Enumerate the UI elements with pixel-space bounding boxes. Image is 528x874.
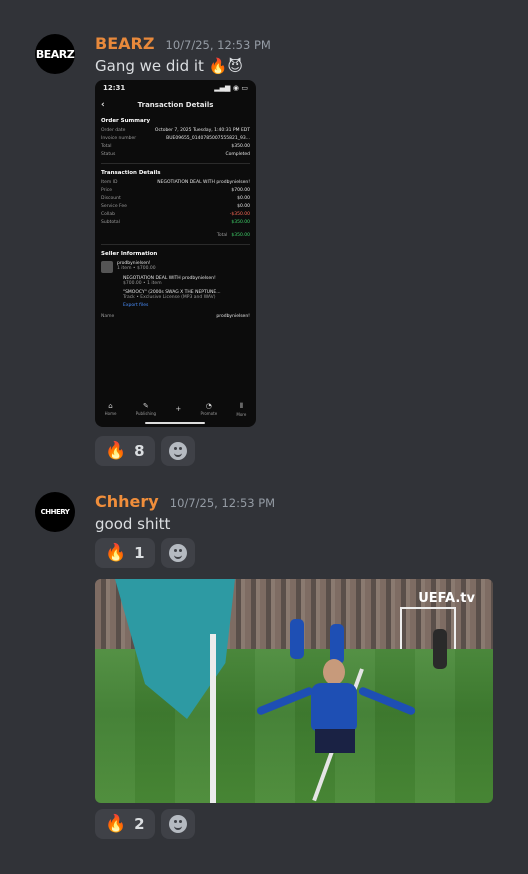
smile-icon [168, 442, 187, 460]
home-indicator [145, 422, 205, 424]
fire-icon: 🔥 [105, 440, 127, 461]
export-files-link[interactable]: Export files [123, 303, 250, 308]
reaction-fire[interactable]: 🔥 8 [95, 436, 155, 466]
avatar[interactable]: CHHERY [35, 492, 75, 532]
message-header: BEARZ 10/7/25, 12:53 PM [95, 34, 271, 53]
tab-publishing: ✎ Publishing [135, 402, 157, 416]
reaction-fire[interactable]: 🔥 2 [95, 809, 155, 839]
phone-nav: ‹ Transaction Details [101, 100, 214, 110]
smile-icon [168, 815, 187, 833]
add-reaction-button[interactable] [160, 436, 195, 466]
order-summary: Order Summary Order date October 7, 2025 … [101, 118, 250, 319]
tab-promote: ◔ Promote [200, 402, 218, 416]
reactions: 🔥 2 [95, 809, 195, 839]
phone-tab-bar: ⌂ Home ✎ Publishing + ◔ Promote ⫴ More [95, 399, 256, 419]
timestamp: 10/7/25, 12:53 PM [169, 496, 276, 510]
player [305, 659, 365, 769]
seller-avatar [101, 261, 113, 273]
goal-post [400, 607, 456, 649]
smile-icon [168, 544, 187, 562]
promote-icon: ◔ [205, 402, 212, 410]
more-icon: ⫴ [239, 401, 243, 410]
username[interactable]: Chhery [95, 492, 159, 511]
tab-add: + [175, 405, 181, 413]
gif-attachment[interactable]: UEFA.tv [95, 579, 493, 803]
back-icon: ‹ [101, 100, 105, 110]
tab-home: ⌂ Home [104, 402, 117, 416]
reactions: 🔥 8 [95, 436, 195, 466]
phone-status-bar: 12:31 ▂▄▆ ◉ ▭ [103, 84, 248, 92]
username[interactable]: BEARZ [95, 34, 154, 53]
screenshot-attachment[interactable]: 12:31 ▂▄▆ ◉ ▭ ‹ Transaction Details Order … [95, 80, 256, 427]
fire-icon: 🔥 [105, 813, 127, 834]
add-reaction-button[interactable] [160, 809, 195, 839]
timestamp: 10/7/25, 12:53 PM [165, 38, 271, 52]
tab-more: ⫴ More [236, 401, 247, 417]
plus-icon: + [175, 405, 182, 413]
reactions: 🔥 1 [95, 538, 195, 568]
add-reaction-button[interactable] [160, 538, 195, 568]
message-header: Chhery 10/7/25, 12:53 PM [95, 492, 275, 511]
reaction-fire[interactable]: 🔥 1 [95, 538, 155, 568]
uefa-watermark: UEFA.tv [418, 591, 475, 606]
home-icon: ⌂ [108, 402, 113, 410]
fire-icon: 🔥 [105, 542, 127, 563]
avatar[interactable]: BEARZ [35, 34, 75, 74]
message-text: good shitt [95, 515, 171, 533]
pencil-icon: ✎ [142, 402, 149, 410]
message-text: Gang we did it 🔥😈 [95, 57, 243, 75]
